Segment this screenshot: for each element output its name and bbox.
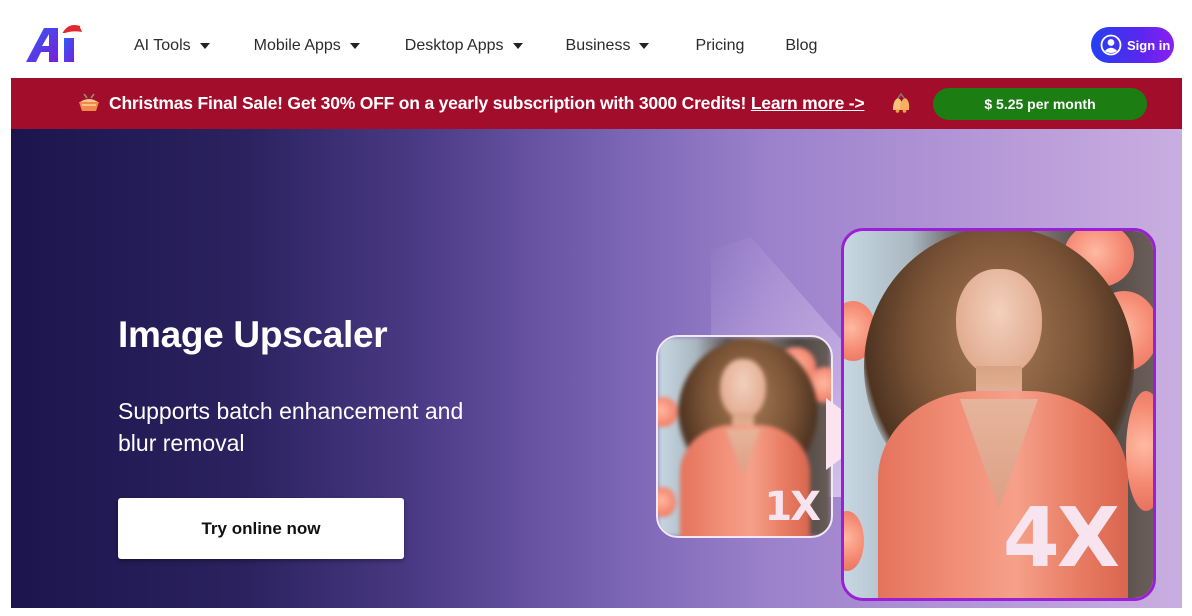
promo-message: Christmas Final Sale! Get 30% OFF on a y…: [109, 93, 751, 113]
sign-in-label: Sign in: [1127, 37, 1171, 53]
price-per-month-button[interactable]: $ 5.25 per month: [933, 88, 1147, 120]
caret-down-icon: [512, 43, 523, 49]
hero-section: Image Upscaler Supports batch enhancemen…: [11, 129, 1182, 608]
caret-down-icon: [199, 43, 210, 49]
sign-in-button[interactable]: Sign in: [1091, 27, 1174, 63]
page-right-margin: [1182, 78, 1192, 616]
logo[interactable]: [22, 20, 88, 66]
nav-desktop-apps-label: Desktop Apps: [404, 37, 504, 54]
after-scale-label: 4X: [1002, 491, 1120, 586]
learn-more-link[interactable]: Learn more ->: [751, 93, 865, 113]
nav-desktop-apps[interactable]: Desktop Apps: [405, 37, 523, 55]
nav-pricing[interactable]: Pricing: [695, 37, 744, 55]
before-image-1x: 1X: [656, 335, 833, 538]
nav-mobile-apps[interactable]: Mobile Apps: [254, 37, 360, 55]
nav-pricing-label: Pricing: [695, 37, 745, 54]
promo-text: Christmas Final Sale! Get 30% OFF on a y…: [109, 93, 865, 114]
nav-business[interactable]: Business: [566, 37, 650, 55]
christmas-pie-icon: [79, 93, 99, 111]
nav-blog[interactable]: Blog: [785, 37, 817, 55]
caret-down-icon: [349, 43, 360, 49]
user-circle-icon: [1100, 34, 1122, 56]
nav-business-label: Business: [565, 37, 631, 54]
hero-title: Image Upscaler: [118, 314, 388, 355]
nav-ai-tools-label: AI Tools: [134, 37, 191, 54]
after-image-4x: 4X: [841, 228, 1156, 601]
nav-blog-label: Blog: [785, 37, 818, 54]
nav-mobile-apps-label: Mobile Apps: [253, 37, 341, 54]
before-scale-label: 1X: [764, 484, 821, 530]
christmas-bells-icon: [893, 92, 910, 113]
page-bottom-margin: [0, 608, 1192, 616]
try-online-now-button[interactable]: Try online now: [118, 498, 404, 559]
nav-ai-tools[interactable]: AI Tools: [134, 37, 210, 55]
hero-subtitle: Supports batch enhancement and blur remo…: [118, 398, 464, 456]
site-header: AI Tools Mobile Apps Desktop Apps Busine…: [0, 0, 1192, 78]
promo-banner: Christmas Final Sale! Get 30% OFF on a y…: [11, 78, 1182, 129]
caret-down-icon: [639, 43, 650, 49]
main-nav: AI Tools Mobile Apps Desktop Apps Busine…: [134, 34, 817, 58]
